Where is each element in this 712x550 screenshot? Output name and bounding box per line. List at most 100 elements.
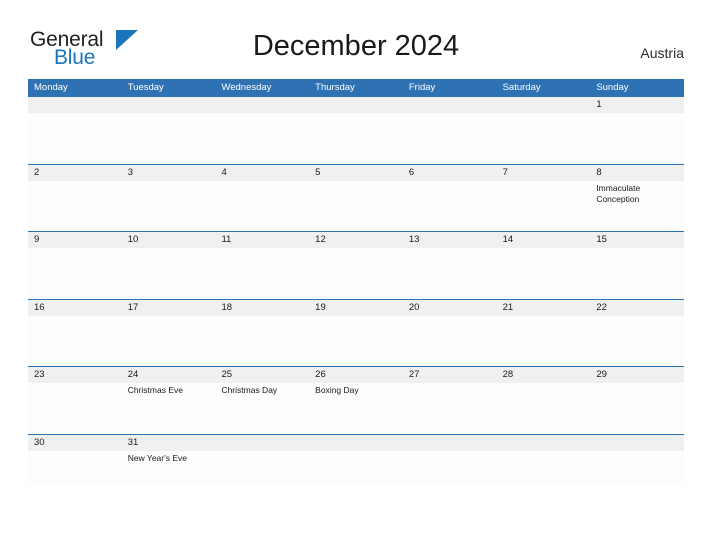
day-cell[interactable]: 20 (403, 300, 497, 367)
weekday-friday: Friday (408, 82, 436, 93)
page-title: December 2024 (252, 30, 460, 62)
day-number: 12 (315, 234, 326, 245)
weekday-sunday: Sunday (596, 82, 629, 93)
weekday-wednesday: Wednesday (221, 82, 272, 93)
day-number: 31 (127, 436, 139, 448)
day-cell[interactable]: 2 (28, 165, 122, 232)
day-cell[interactable]: 21 (497, 300, 591, 367)
day-number: 10 (127, 234, 139, 245)
weekday-monday: Monday (34, 82, 68, 93)
day-event (221, 316, 309, 318)
day-cell[interactable]: 19 (309, 300, 403, 367)
day-number: 29 (596, 369, 607, 380)
day-event (409, 113, 497, 115)
weekday-thursday: Thursday (315, 82, 355, 93)
day-cell[interactable]: 17 (122, 300, 216, 367)
day-event: Boxing Day (315, 385, 359, 395)
weekday-tuesday: Tuesday (127, 82, 164, 93)
day-event (503, 248, 591, 250)
day-cell[interactable]: 1 (590, 97, 684, 164)
day-event (503, 181, 591, 183)
day-cell[interactable] (403, 435, 497, 485)
day-cell[interactable]: 9 (28, 232, 122, 299)
day-cell[interactable] (28, 97, 122, 164)
week-row: 2 3 4 5 6 7 8 Immaculate Conception (28, 163, 684, 232)
day-cell[interactable] (497, 435, 591, 485)
day-event (409, 248, 497, 250)
day-number: 24 (127, 369, 139, 380)
day-event (409, 316, 497, 318)
day-number: 20 (408, 301, 420, 313)
day-cell[interactable]: 7 (497, 165, 591, 232)
day-event (221, 451, 309, 453)
day-cell[interactable]: 30 (28, 435, 122, 485)
day-cell[interactable] (215, 97, 309, 164)
day-number: 13 (408, 234, 420, 245)
day-number: 22 (596, 301, 607, 313)
day-cell[interactable]: 11 (215, 232, 309, 299)
week-row: 16 17 18 19 20 21 22 (28, 298, 684, 367)
day-event (128, 248, 216, 250)
day-cell[interactable]: 14 (497, 232, 591, 299)
day-cell[interactable]: 4 (215, 165, 309, 232)
day-number: 11 (221, 234, 232, 245)
day-number: 27 (408, 369, 420, 380)
week-row: 23 24 Christmas Eve 25 Christmas Day 26 … (28, 366, 684, 434)
day-event (409, 451, 497, 453)
day-cell[interactable]: 3 (122, 165, 216, 232)
day-cell[interactable]: 15 (590, 232, 684, 299)
day-event (34, 248, 122, 250)
day-cell[interactable]: 12 (309, 232, 403, 299)
day-cell[interactable]: 29 (590, 367, 684, 434)
country-label: Austria (640, 45, 684, 61)
day-cell[interactable] (215, 435, 309, 485)
day-cell[interactable] (309, 435, 403, 485)
day-event (221, 181, 309, 183)
day-event (34, 316, 122, 318)
day-cell[interactable] (497, 97, 591, 164)
week-row: 30 31 New Year's Eve (28, 433, 684, 485)
calendar-grid: Monday Tuesday Wednesday Thursday Friday… (28, 79, 684, 485)
weekday-header-row: Monday Tuesday Wednesday Thursday Friday… (28, 79, 684, 96)
day-cell[interactable]: 27 (403, 367, 497, 434)
day-event (503, 383, 591, 385)
day-cell[interactable]: 16 (28, 300, 122, 367)
day-cell[interactable]: 6 (403, 165, 497, 232)
day-number: 15 (596, 234, 607, 245)
day-cell[interactable]: 31 New Year's Eve (122, 435, 216, 485)
day-cell[interactable]: 13 (403, 232, 497, 299)
day-event (596, 383, 684, 385)
day-event: Christmas Day (221, 385, 278, 395)
day-number: 14 (502, 234, 514, 245)
day-event (34, 181, 122, 183)
day-event: Immaculate Conception (596, 182, 641, 204)
day-cell[interactable] (403, 97, 497, 164)
day-cell[interactable] (122, 97, 216, 164)
day-cell[interactable]: 18 (215, 300, 309, 367)
day-event (128, 316, 216, 318)
day-event (409, 383, 497, 385)
day-number: 26 (315, 369, 326, 380)
day-event (315, 113, 403, 115)
day-cell[interactable] (309, 97, 403, 164)
day-cell[interactable]: 8 Immaculate Conception (590, 165, 684, 232)
day-event (34, 451, 122, 453)
day-cell[interactable]: 10 (122, 232, 216, 299)
day-cell[interactable]: 25 Christmas Day (215, 367, 309, 434)
day-cell[interactable]: 24 Christmas Eve (122, 367, 216, 434)
day-cell[interactable]: 26 Boxing Day (309, 367, 403, 434)
day-number: 25 (221, 369, 233, 380)
day-event: Christmas Eve (127, 385, 183, 395)
day-event (503, 113, 591, 115)
day-cell[interactable]: 23 (28, 367, 122, 434)
day-cell[interactable]: 5 (309, 165, 403, 232)
day-event (409, 181, 497, 183)
day-event (503, 451, 591, 453)
day-cell[interactable] (590, 435, 684, 485)
day-event (221, 113, 309, 115)
day-cell[interactable]: 22 (590, 300, 684, 367)
week-row: 1 (28, 96, 684, 164)
page-header: General Blue December 2024 Austria (0, 0, 712, 69)
day-number: 7 (502, 166, 508, 178)
day-cell[interactable]: 28 (497, 367, 591, 434)
